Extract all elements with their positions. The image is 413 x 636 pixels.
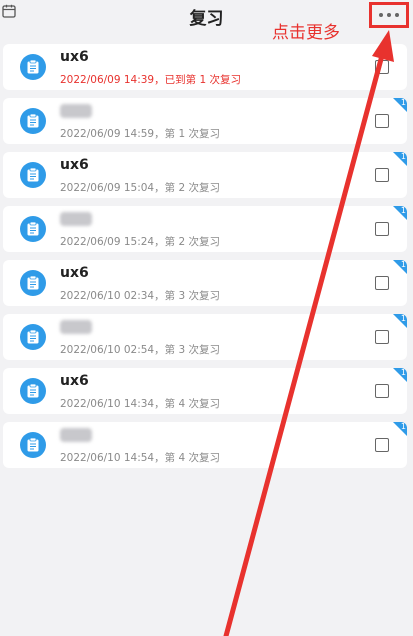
corner-badge: 1 [393, 368, 407, 382]
badge-text: 1 [400, 422, 406, 431]
item-subtitle: 2022/06/09 15:04，第 2 次复习 [60, 182, 220, 194]
note-icon [20, 54, 46, 80]
item-title: ux6 [60, 373, 89, 389]
corner-badge: 1 [393, 98, 407, 112]
redacted-title [60, 428, 92, 442]
badge-text: 1 [400, 206, 406, 215]
item-checkbox[interactable] [375, 276, 389, 290]
corner-badge: 1 [393, 422, 407, 436]
page-title: 复习 [189, 9, 224, 29]
item-subtitle: 2022/06/09 14:39，已到第 1 次复习 [60, 74, 241, 86]
list-item[interactable]: 2022/06/09 14:59，第 1 次复习 1 [3, 98, 407, 144]
badge-text: 1 [400, 314, 406, 323]
note-icon [20, 378, 46, 404]
list-item[interactable]: ux6 2022/06/10 02:34，第 3 次复习 1 [3, 260, 407, 306]
corner-badge: 1 [393, 314, 407, 328]
item-subtitle: 2022/06/09 15:24，第 2 次复习 [60, 236, 220, 248]
list-item[interactable]: ux6 2022/06/09 15:04，第 2 次复习 1 [3, 152, 407, 198]
more-icon [379, 13, 383, 17]
badge-text: 1 [400, 98, 406, 107]
more-button[interactable] [369, 2, 409, 28]
item-subtitle: 2022/06/10 02:54，第 3 次复习 [60, 344, 220, 356]
note-icon [20, 324, 46, 350]
note-icon [20, 216, 46, 242]
item-checkbox[interactable] [375, 60, 389, 74]
list-item[interactable]: 2022/06/10 02:54，第 3 次复习 1 [3, 314, 407, 360]
item-checkbox[interactable] [375, 114, 389, 128]
item-title: ux6 [60, 49, 89, 65]
item-checkbox[interactable] [375, 384, 389, 398]
redacted-title [60, 212, 92, 226]
item-title: ux6 [60, 157, 89, 173]
list-item[interactable]: ux6 2022/06/10 14:34，第 4 次复习 1 [3, 368, 407, 414]
badge-text: 1 [400, 368, 406, 377]
item-checkbox[interactable] [375, 438, 389, 452]
review-list: ux6 2022/06/09 14:39，已到第 1 次复习 2022/06/09 … [3, 44, 407, 476]
badge-text: 1 [400, 260, 406, 269]
item-subtitle: 2022/06/10 02:34，第 3 次复习 [60, 290, 220, 302]
item-subtitle: 2022/06/10 14:34，第 4 次复习 [60, 398, 220, 410]
badge-text: 1 [400, 152, 406, 161]
corner-badge: 1 [393, 152, 407, 166]
corner-badge: 1 [393, 260, 407, 274]
item-checkbox[interactable] [375, 330, 389, 344]
redacted-title [60, 320, 92, 334]
item-checkbox[interactable] [375, 168, 389, 182]
item-subtitle: 2022/06/10 14:54，第 4 次复习 [60, 452, 220, 464]
note-icon [20, 108, 46, 134]
more-icon-dot [387, 13, 391, 17]
corner-badge: 1 [393, 206, 407, 220]
item-subtitle: 2022/06/09 14:59，第 1 次复习 [60, 128, 220, 140]
note-icon [20, 270, 46, 296]
annotation-text: 点击更多 [272, 23, 340, 43]
item-checkbox[interactable] [375, 222, 389, 236]
note-icon [20, 432, 46, 458]
more-icon-dot [395, 13, 399, 17]
note-icon [20, 162, 46, 188]
app-header: 复习 [0, 0, 413, 34]
list-item[interactable]: 2022/06/09 15:24，第 2 次复习 1 [3, 206, 407, 252]
redacted-title [60, 104, 92, 118]
list-item[interactable]: 2022/06/10 14:54，第 4 次复习 1 [3, 422, 407, 468]
list-item[interactable]: ux6 2022/06/09 14:39，已到第 1 次复习 [3, 44, 407, 90]
item-title: ux6 [60, 265, 89, 281]
